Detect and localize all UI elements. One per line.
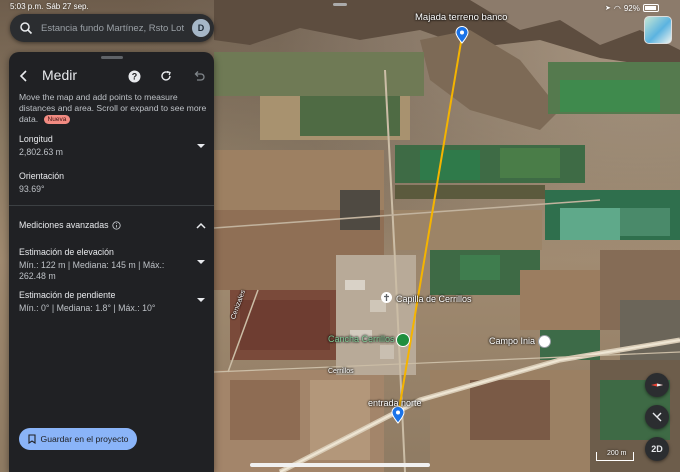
save-button-label: Guardar en el proyecto [40, 434, 129, 444]
measure-description: Move the map and add points to measure d… [19, 92, 209, 125]
compass-icon [651, 383, 663, 387]
help-button[interactable]: ? [125, 66, 143, 86]
orientation-value: 93.69° [19, 184, 45, 194]
length-label: Longitud [19, 134, 53, 144]
back-button[interactable] [15, 66, 33, 86]
elevation-dropdown-icon[interactable] [196, 257, 206, 267]
town-label: Cerrillos [328, 368, 354, 375]
layers-button[interactable] [644, 16, 672, 44]
orientation-row: Orientación 93.69° [19, 171, 207, 195]
campo-label[interactable]: Campo Inia [489, 336, 535, 346]
battery-icon [642, 4, 659, 12]
search-bar[interactable]: Estancia fundo Martínez, Rsto Lot D [10, 14, 214, 42]
chapel-icon[interactable] [381, 292, 392, 303]
drag-handle[interactable] [101, 56, 123, 59]
status-time: 5:03 p.m. [10, 2, 44, 11]
new-badge: Nueva [43, 115, 71, 125]
scale-label: 200 m [607, 450, 627, 457]
orientation-label: Orientación [19, 171, 64, 181]
start-label[interactable]: Majada terreno banco [415, 12, 507, 23]
panel-header: Medir ? [9, 66, 214, 86]
search-icon [20, 22, 33, 35]
length-row[interactable]: Longitud 2,802.63 m [19, 134, 207, 158]
court-icon[interactable] [396, 333, 410, 347]
view-mode-button[interactable]: 2D [645, 437, 669, 461]
panel-title: Medir [42, 67, 78, 83]
slope-dropdown-icon[interactable] [196, 295, 206, 305]
save-to-project-button[interactable]: Guardar en el proyecto [19, 428, 137, 450]
multitask-indicator[interactable] [333, 3, 347, 6]
location-icon: ➤ [605, 5, 611, 12]
status-icons: ➤ ◠ 92% [605, 2, 659, 14]
undo-icon [194, 71, 205, 81]
tilt-icon [652, 412, 662, 422]
status-date: Sáb 27 sep. [46, 2, 89, 11]
divider [9, 205, 214, 206]
collapse-chevron-icon[interactable] [196, 221, 206, 231]
start-pin-icon[interactable] [455, 26, 469, 44]
elevation-value: Mín.: 122 m | Mediana: 145 m | Máx.: 262… [19, 260, 165, 281]
end-pin-icon[interactable] [391, 406, 405, 424]
reset-button[interactable] [157, 66, 175, 86]
length-dropdown-icon[interactable] [196, 141, 206, 151]
bookmark-icon [27, 434, 36, 444]
elevation-row[interactable]: Estimación de elevación Mín.: 122 m | Me… [19, 247, 179, 281]
back-arrow-icon [19, 70, 27, 82]
tilt-button[interactable] [645, 405, 669, 429]
help-icon: ? [128, 70, 140, 82]
compass-button[interactable] [645, 373, 669, 397]
info-icon[interactable] [111, 220, 121, 230]
advanced-label: Mediciones avanzadas [19, 220, 109, 230]
court-label[interactable]: Cancha Cerrillos [328, 334, 395, 344]
campo-icon[interactable] [538, 335, 551, 348]
length-value: 2,802.63 m [19, 147, 64, 157]
elevation-label: Estimación de elevación [19, 247, 114, 257]
advanced-header[interactable]: Mediciones avanzadas [19, 220, 207, 230]
wifi-icon: ◠ [613, 3, 621, 13]
battery-percent: 92% [623, 3, 640, 13]
refresh-icon [161, 70, 171, 81]
undo-button[interactable] [190, 66, 208, 86]
measure-panel: Medir ? Move the map and add points to m… [9, 52, 214, 472]
svg-text:?: ? [131, 71, 137, 81]
search-input[interactable]: Estancia fundo Martínez, Rsto Lot [41, 23, 189, 34]
end-label[interactable]: entrada norte [368, 398, 422, 408]
chapel-label[interactable]: Capilla de Cerrillos [396, 294, 472, 304]
avatar[interactable]: D [192, 19, 210, 37]
slope-value: Mín.: 0° | Mediana: 1.8° | Máx.: 10° [19, 303, 156, 313]
slope-row[interactable]: Estimación de pendiente Mín.: 0° | Media… [19, 290, 189, 314]
home-indicator[interactable] [250, 463, 430, 467]
slope-label: Estimación de pendiente [19, 290, 116, 300]
